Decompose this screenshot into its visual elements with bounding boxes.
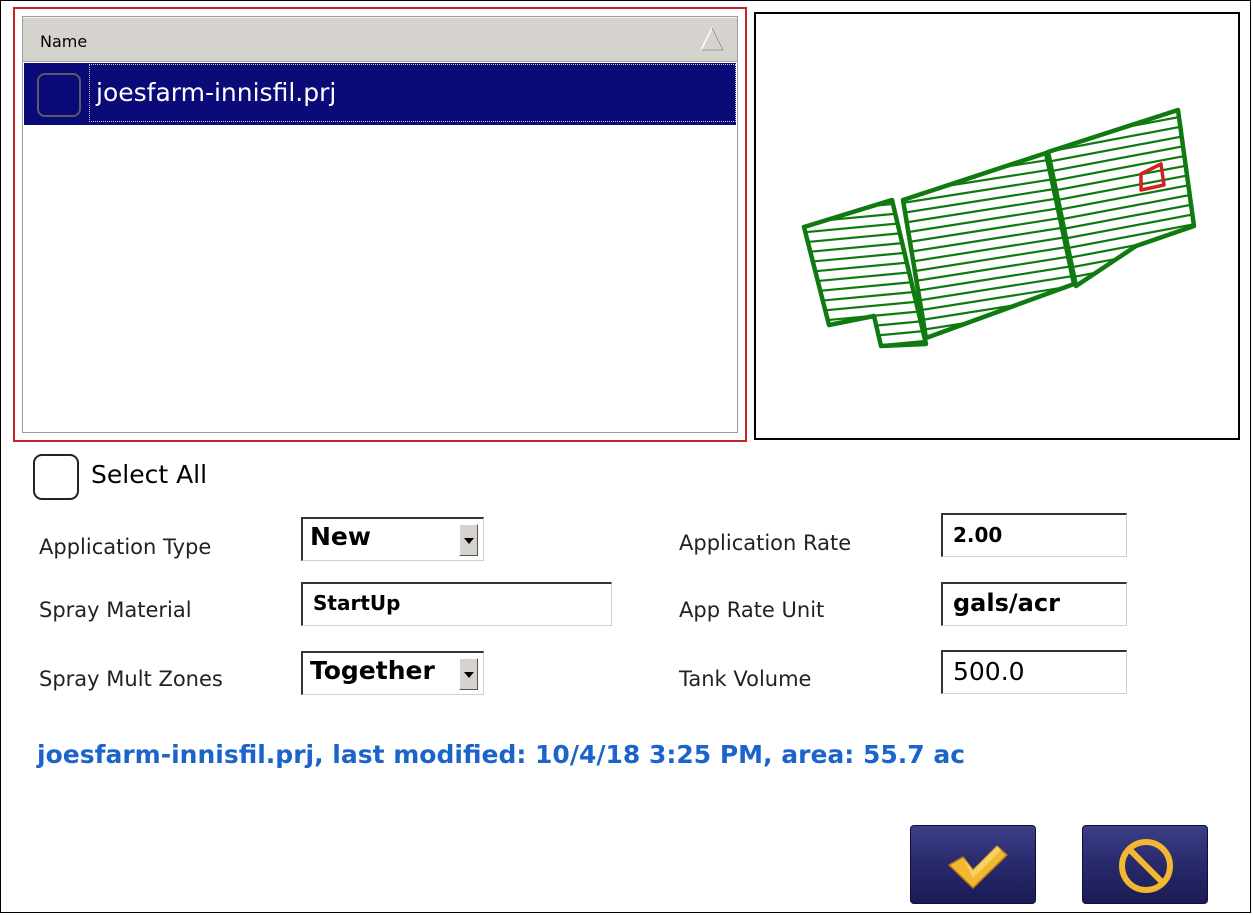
list-item-label: joesfarm-innisfil.prj [89, 64, 736, 122]
select-all-checkbox[interactable] [33, 454, 79, 500]
tank-volume-label: Tank Volume [679, 667, 812, 691]
zone-marker [1139, 162, 1166, 192]
row-checkbox[interactable] [37, 73, 81, 117]
application-rate-value: 2.00 [953, 523, 1003, 547]
spray-material-value: StartUp [313, 591, 401, 615]
application-rate-field[interactable]: 2.00 [941, 513, 1127, 557]
ok-button[interactable] [910, 825, 1036, 904]
field-preview-map [754, 12, 1240, 440]
tank-volume-field[interactable]: 500.0 [941, 650, 1127, 694]
application-type-select[interactable]: New [301, 517, 484, 561]
tank-volume-value: 500.0 [953, 657, 1025, 686]
project-status-line: joesfarm-innisfil.prj, last modified: 10… [37, 740, 966, 769]
application-rate-label: Application Rate [679, 531, 852, 555]
file-list-viewport[interactable]: Name joesfarm-innisfil.prj [22, 16, 738, 433]
app-rate-unit-value: gals/acr [953, 589, 1060, 617]
cancel-button[interactable] [1082, 825, 1208, 904]
field-boundary-drawing [801, 107, 1197, 349]
app-rate-unit-label: App Rate Unit [679, 598, 825, 622]
chevron-down-icon[interactable] [459, 658, 478, 690]
project-file-list: Name joesfarm-innisfil.prj [13, 7, 747, 442]
prohibited-icon [1119, 839, 1173, 893]
spray-material-label: Spray Material [39, 598, 192, 622]
list-item[interactable]: joesfarm-innisfil.prj [24, 63, 736, 125]
checkmark-icon [948, 845, 1008, 889]
list-header-name[interactable]: Name [23, 17, 737, 62]
app-rate-unit-field[interactable]: gals/acr [941, 582, 1127, 626]
application-type-label: Application Type [39, 535, 212, 559]
sort-ascending-icon[interactable] [699, 26, 725, 52]
spray-mult-zones-label: Spray Mult Zones [39, 667, 223, 691]
chevron-down-icon[interactable] [459, 524, 478, 556]
application-type-value: New [310, 522, 371, 551]
list-header-label: Name [40, 32, 88, 51]
spray-material-field[interactable]: StartUp [301, 582, 612, 626]
spray-mult-zones-select[interactable]: Together [301, 651, 484, 695]
select-all-label[interactable]: Select All [91, 460, 207, 489]
spray-mult-zones-value: Together [310, 656, 435, 685]
